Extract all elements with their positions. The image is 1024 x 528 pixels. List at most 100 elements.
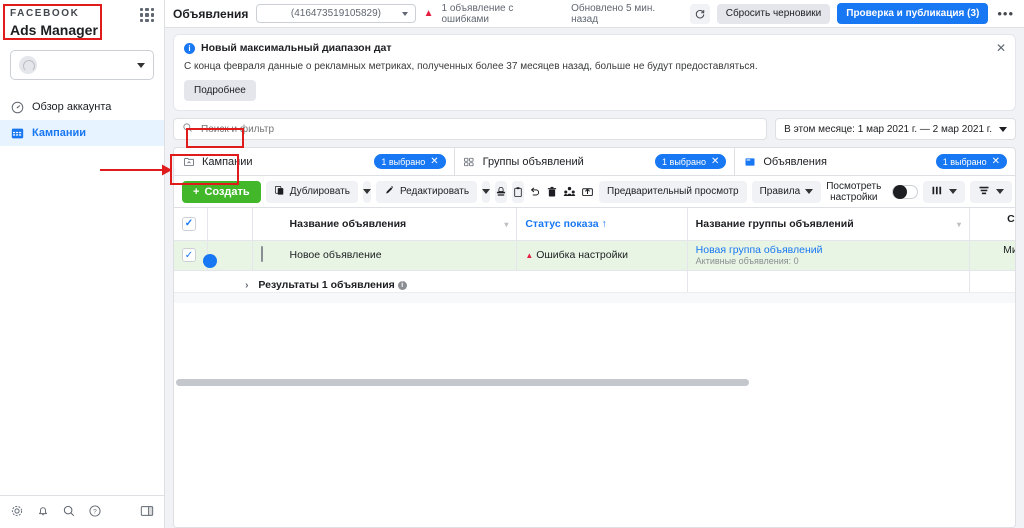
app-grid-icon[interactable] bbox=[140, 8, 154, 22]
campaign-icon bbox=[182, 155, 195, 168]
sidebar-footer: ? bbox=[0, 495, 164, 528]
expand-chevron-icon[interactable]: › bbox=[245, 280, 248, 291]
row-ad-name[interactable]: Новое объявление bbox=[281, 240, 518, 271]
export-icon[interactable] bbox=[581, 181, 594, 203]
col-header-bid-strategy[interactable]: Стратегия ставок Группа объявлений bbox=[969, 208, 1015, 241]
sidebar-item-account-overview[interactable]: Обзор аккаунта bbox=[0, 94, 164, 120]
edit-dropdown-button[interactable] bbox=[482, 180, 491, 203]
col-header-adset-name[interactable]: Название группы объявлений ▾ bbox=[687, 208, 971, 241]
refresh-icon[interactable] bbox=[690, 3, 710, 24]
row-status-text: Ошибка настройки bbox=[536, 249, 628, 261]
view-setup-button[interactable]: Посмотреть настройки bbox=[826, 181, 881, 203]
col-label: Название группы объявлений bbox=[695, 217, 854, 230]
tab-campaigns[interactable]: Кампании 1 выбрано ✕ bbox=[174, 148, 455, 175]
row-select-cell[interactable]: ✓ bbox=[174, 240, 209, 271]
tab-adsets[interactable]: Группы объявлений 1 выбрано ✕ bbox=[455, 148, 736, 175]
more-options-button[interactable]: ••• bbox=[995, 6, 1016, 21]
close-icon[interactable]: ✕ bbox=[996, 42, 1006, 54]
selection-badge[interactable]: 1 выбрано ✕ bbox=[655, 154, 727, 169]
chevron-down-icon bbox=[401, 11, 408, 16]
main-area: Объявления (416473519105829) ▲ 1 объявле… bbox=[165, 0, 1024, 528]
account-id-select[interactable]: (416473519105829) bbox=[256, 4, 416, 23]
selection-count: 1 выбрано bbox=[662, 156, 706, 167]
sidebar-item-label: Кампании bbox=[32, 127, 87, 139]
row-checkbox[interactable]: ✓ bbox=[182, 248, 196, 262]
create-button-label: Создать bbox=[204, 185, 250, 198]
action-toolbar: + Создать Дублировать Редактировать Пред… bbox=[174, 176, 1015, 208]
ad-icon bbox=[743, 155, 756, 168]
audience-icon[interactable] bbox=[563, 181, 576, 203]
chevron-down-icon[interactable]: ▾ bbox=[504, 220, 508, 229]
undo-icon[interactable] bbox=[529, 181, 541, 203]
table-row[interactable]: ✓ Новое объявление ▲ Ошибка настройки Но… bbox=[174, 240, 1015, 271]
col-header-delivery-status[interactable]: Статус показа ↑ bbox=[516, 208, 688, 241]
clear-selection-icon[interactable]: ✕ bbox=[430, 156, 438, 167]
ads-manager-title: Ads Manager bbox=[10, 22, 98, 38]
date-range-value: В этом месяце: 1 мар 2021 г. — 2 мар 202… bbox=[784, 123, 992, 135]
row-adset-name-cell[interactable]: Новая группа объявлений Активные объявле… bbox=[687, 240, 971, 271]
duplicate-icon bbox=[274, 185, 285, 199]
date-range-selector[interactable]: В этом месяце: 1 мар 2021 г. — 2 мар 202… bbox=[775, 118, 1016, 140]
duplicate-button[interactable]: Дублировать bbox=[265, 180, 358, 203]
row-adset-link[interactable]: Новая группа объявлений bbox=[696, 244, 961, 256]
horizontal-scrollbar-thumb[interactable] bbox=[176, 379, 749, 386]
edit-label: Редактировать bbox=[399, 186, 470, 197]
pencil-icon bbox=[384, 185, 395, 199]
bell-icon[interactable] bbox=[36, 504, 50, 521]
selection-badge[interactable]: 1 выбрано ✕ bbox=[374, 154, 446, 169]
gear-icon[interactable] bbox=[10, 504, 24, 521]
ads-table-wrapper: ✓ Название объявления ▾ Статус показа ↑ bbox=[174, 208, 1015, 527]
top-toolbar: Объявления (416473519105829) ▲ 1 объявле… bbox=[165, 0, 1024, 28]
edit-button[interactable]: Редактировать bbox=[375, 180, 478, 203]
collapse-panel-icon[interactable] bbox=[140, 504, 154, 521]
help-icon[interactable]: ? bbox=[88, 504, 102, 521]
sidebar-item-campaigns[interactable]: Кампании bbox=[0, 120, 164, 146]
facebook-wordmark: FACEBOOK bbox=[10, 8, 80, 19]
row-status-toggle-cell[interactable] bbox=[203, 240, 253, 271]
breakdown-icon bbox=[978, 185, 990, 199]
discard-drafts-button[interactable]: Сбросить черновики bbox=[716, 3, 831, 24]
duplicate-dropdown-button[interactable] bbox=[362, 180, 371, 203]
sidebar: FACEBOOK Ads Manager Обзор аккаунта Камп… bbox=[0, 0, 165, 528]
breakdown-button[interactable] bbox=[970, 180, 1013, 203]
select-all-checkbox[interactable]: ✓ bbox=[182, 216, 196, 231]
trash-icon[interactable] bbox=[546, 181, 558, 203]
chevron-down-icon[interactable]: ▾ bbox=[957, 220, 961, 229]
horizontal-scrollbar-track[interactable] bbox=[174, 292, 1015, 386]
tab-ads[interactable]: Объявления 1 выбрано ✕ bbox=[735, 148, 1015, 175]
clear-selection-icon[interactable]: ✕ bbox=[992, 156, 1000, 167]
chevron-down-icon bbox=[137, 62, 145, 68]
search-box[interactable] bbox=[173, 118, 768, 140]
view-setup-line1: Посмотреть bbox=[826, 180, 882, 192]
select-all-header[interactable]: ✓ bbox=[174, 208, 209, 241]
clipboard-icon[interactable] bbox=[512, 180, 525, 203]
tab-label: Объявления bbox=[763, 155, 827, 168]
review-publish-button[interactable]: Проверка и публикация (3) bbox=[837, 3, 989, 24]
toggle-header bbox=[207, 208, 253, 241]
account-selector[interactable] bbox=[10, 50, 154, 80]
clear-selection-icon[interactable]: ✕ bbox=[711, 156, 719, 167]
notice-header: i Новый максимальный диапазон дат bbox=[184, 42, 1005, 54]
stamp-icon[interactable] bbox=[495, 180, 508, 203]
info-icon[interactable]: i bbox=[397, 281, 407, 290]
date-range-notice: i Новый максимальный диапазон дат С конц… bbox=[173, 34, 1016, 111]
col-header-ad-name[interactable]: Название объявления ▾ bbox=[281, 208, 518, 241]
learn-more-button[interactable]: Подробнее bbox=[184, 80, 256, 101]
preview-button[interactable]: Предварительный просмотр bbox=[599, 180, 747, 203]
selection-badge[interactable]: 1 выбрано ✕ bbox=[935, 154, 1008, 169]
chart-toggle[interactable] bbox=[892, 184, 919, 199]
columns-button[interactable] bbox=[923, 180, 966, 203]
search-icon[interactable] bbox=[62, 504, 76, 521]
row-bid-sub: Переписки bbox=[978, 256, 1015, 266]
search-input[interactable] bbox=[199, 122, 759, 136]
row-delivery-status: ▲ Ошибка настройки bbox=[516, 240, 688, 271]
chevron-down-icon bbox=[996, 189, 1005, 194]
col-label: Статус показа ↑ bbox=[525, 217, 607, 230]
sidebar-item-label: Обзор аккаунта bbox=[32, 101, 112, 113]
col-label: Стратегия ставок bbox=[1007, 212, 1015, 225]
rules-button[interactable]: Правила bbox=[751, 180, 822, 203]
view-setup-line2: настройки bbox=[830, 191, 878, 203]
create-button[interactable]: + Создать bbox=[182, 180, 261, 203]
plus-icon: + bbox=[193, 185, 200, 198]
